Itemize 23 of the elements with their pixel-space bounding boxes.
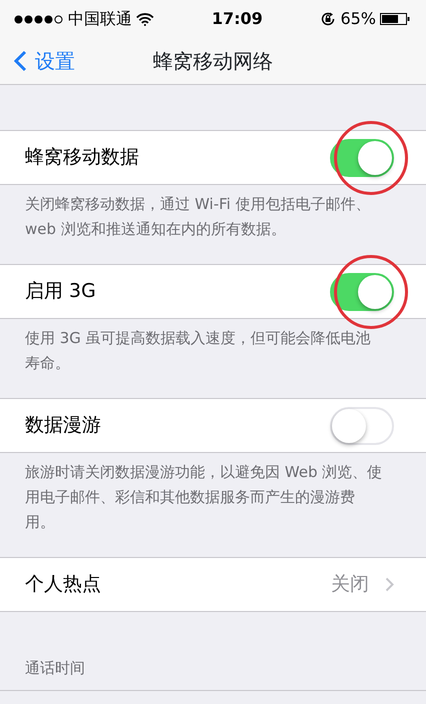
battery-percent: 65%	[340, 8, 376, 30]
rotation-lock-icon	[320, 11, 336, 27]
section-header: 通话时间	[0, 612, 426, 690]
carrier-name: 中国联通	[68, 8, 132, 30]
row-label: 蜂窝移动数据	[25, 145, 139, 170]
status-time: 17:09	[212, 8, 263, 30]
toggle-switch[interactable]	[330, 272, 394, 310]
chevron-icon	[385, 577, 394, 592]
settings-row[interactable]: 个人热点 关闭	[0, 557, 426, 612]
nav-title: 蜂窝移动网络	[153, 48, 273, 75]
toggle-switch[interactable]	[330, 138, 394, 176]
back-chevron-icon	[14, 50, 27, 72]
row-value: 关闭	[331, 572, 369, 598]
section-footer: 使用 3G 虽可提高数据载入速度，但可能会降低电池寿命。	[0, 319, 426, 376]
signal-icon	[14, 14, 64, 24]
back-button[interactable]: 设置	[0, 38, 75, 84]
section-footer: 旅游时请关闭数据漫游功能，以避免因 Web 浏览、使用电子邮件、彩信和其他数据服务而产生的漫游费用。	[0, 453, 426, 535]
wifi-icon	[136, 12, 154, 26]
row-label: 数据漫游	[25, 413, 101, 438]
battery-icon	[380, 13, 410, 25]
section-footer: 关闭蜂窝移动数据，通过 Wi-Fi 使用包括电子邮件、web 浏览和推送通知在内的所有数据。	[0, 185, 426, 242]
row-label: 启用 3G	[25, 279, 96, 304]
row-label: 个人热点	[25, 572, 101, 598]
